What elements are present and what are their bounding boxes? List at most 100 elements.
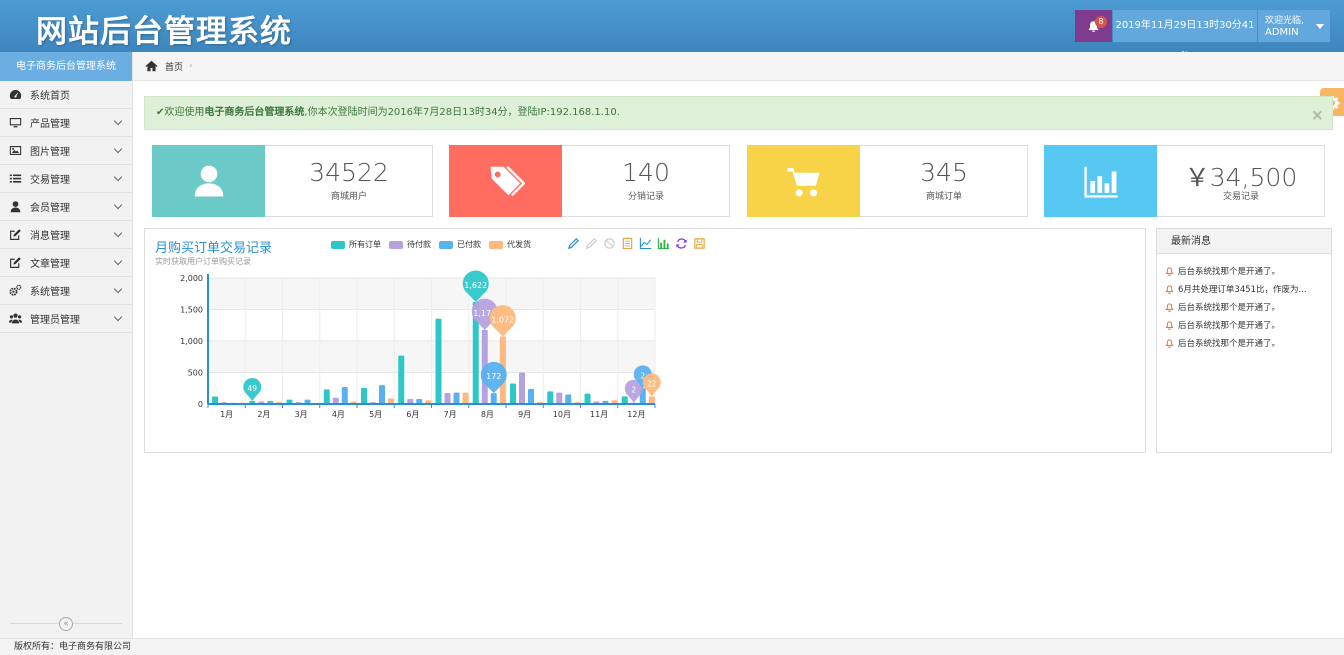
data-view-button[interactable] — [621, 237, 634, 250]
sidebar-item-2[interactable]: 图片管理 — [0, 137, 132, 165]
news-item[interactable]: 6月共处理订单3451比，作废为... — [1157, 280, 1331, 298]
latest-news-panel: 最新消息 后台系统找那个是开通了。 6月共处理订单3451比，作废为... 后台系统… — [1156, 228, 1332, 453]
sidebar-item-label: 会员管理 — [30, 203, 70, 214]
legend-item[interactable]: 代发货 — [489, 239, 531, 250]
news-item[interactable]: 后台系统找那个是开通了。 — [1157, 262, 1331, 280]
news-item-text: 后台系统找那个是开通了。 — [1178, 267, 1281, 277]
marker-label: 49 — [247, 384, 257, 393]
bell-outline-icon — [1165, 302, 1174, 312]
alert-close-button[interactable]: × — [1311, 99, 1324, 131]
home-icon — [145, 60, 158, 72]
sidebar-item-4[interactable]: 会员管理 — [0, 193, 132, 221]
stat-label: 交易记录 — [1222, 192, 1259, 202]
bar-0-3 — [323, 389, 330, 404]
save-image-button[interactable] — [693, 237, 706, 250]
x-tick-label: 10月 — [553, 410, 571, 419]
sidebar-title: 电子商务后台管理系统 — [0, 52, 132, 81]
bar-2-3 — [341, 386, 348, 404]
sidebar-item-1[interactable]: 产品管理 — [0, 109, 132, 137]
x-tick-label: 3月 — [295, 410, 308, 419]
news-list: 后台系统找那个是开通了。 6月共处理订单3451比，作废为... 后台系统找那个是开… — [1157, 254, 1331, 352]
bar-1-8 — [519, 372, 525, 404]
sidebar-item-8[interactable]: 管理员管理 — [0, 305, 132, 333]
marker-label: 22 — [647, 379, 657, 388]
alert-prefix: 欢迎使用 — [164, 107, 205, 118]
stat-value: 34522 — [309, 158, 389, 187]
marker-label: 172 — [486, 372, 501, 381]
line-chart-button[interactable] — [639, 237, 652, 250]
breadcrumb-separator: › — [189, 61, 193, 71]
mark-tool-button[interactable] — [567, 237, 580, 250]
clear-mark-button[interactable] — [603, 237, 616, 250]
legend-item[interactable]: 所有订单 — [331, 239, 381, 250]
document-icon — [622, 237, 633, 250]
sidebar-collapse-button[interactable]: « — [59, 617, 73, 631]
welcome-text: 欢迎光临, — [1265, 16, 1304, 26]
legend-label: 待付款 — [407, 240, 431, 249]
bar-2-6 — [453, 392, 460, 404]
welcome-alert: ✔欢迎使用电子商务后台管理系统,你本次登陆时间为2016年7月28日13时34分… — [144, 96, 1333, 130]
x-tick-label: 5月 — [369, 410, 382, 419]
legend-swatch — [489, 240, 503, 249]
bar-0-8 — [510, 383, 516, 404]
caret-down-icon — [1316, 24, 1324, 29]
sidebar-item-label: 管理员管理 — [30, 315, 80, 326]
undo-mark-button[interactable] — [585, 237, 598, 250]
sidebar-item-label: 系统首页 — [30, 91, 70, 102]
bar-0-10 — [584, 393, 591, 404]
refresh-icon — [676, 238, 687, 249]
legend-swatch — [331, 240, 345, 249]
sidebar-item-7[interactable]: 系统管理 — [0, 277, 132, 305]
stat-card-users[interactable]: 34522 商城用户 — [152, 145, 433, 217]
sidebar-item-0[interactable]: 系统首页 — [0, 81, 132, 109]
bar-2-9 — [565, 394, 572, 404]
marker-label: 2 — [631, 386, 636, 395]
sidebar-item-label: 消息管理 — [30, 231, 70, 242]
stat-card-orders[interactable]: 345 商城订单 — [747, 145, 1028, 217]
group-icon — [8, 312, 22, 326]
sidebar-item-3[interactable]: 交易管理 — [0, 165, 132, 193]
news-item[interactable]: 后台系统找那个是开通了。 — [1157, 316, 1331, 334]
footer: 版权所有：电子商务有限公司 — [0, 638, 1344, 655]
stat-label: 分销记录 — [627, 192, 664, 202]
order-chart-panel: 0 500 1,000 1,500 2,000 1月 2月 3月 4月 5月 6月 7月 8月 9月 10月… — [144, 228, 1146, 453]
bar-3-11 — [648, 396, 655, 404]
cart-icon — [786, 167, 819, 197]
stat-card-distribution[interactable]: 140 分销记录 — [449, 145, 730, 217]
news-item[interactable]: 后台系统找那个是开通了。 — [1157, 298, 1331, 316]
monitor-icon — [8, 116, 22, 130]
restore-button[interactable] — [675, 237, 688, 250]
x-tick-label: 4月 — [332, 410, 345, 419]
sidebar-item-6[interactable]: 文章管理 — [0, 249, 132, 277]
sidebar-item-5[interactable]: 消息管理 — [0, 221, 132, 249]
x-tick-label: 9月 — [518, 410, 531, 419]
news-item[interactable]: 后台系统找那个是开通了。 — [1157, 334, 1331, 352]
sidebar-item-label: 系统管理 — [30, 287, 70, 298]
breadcrumb-home-link[interactable]: 首页 — [165, 60, 183, 73]
current-datetime: 2019年11月29日13时30分41秒 — [1113, 10, 1257, 63]
tags-icon — [490, 165, 525, 197]
chevron-down-icon — [113, 256, 123, 266]
bar-chart-button[interactable] — [657, 237, 670, 250]
bar-2-8 — [528, 388, 534, 404]
sidebar: 电子商务后台管理系统 系统首页产品管理 图片管理 交易管理会员管理消息管理文章管理系… — [0, 52, 133, 638]
user-menu-button[interactable]: 欢迎光临, ADMIN — [1258, 10, 1330, 42]
list-icon — [8, 172, 22, 186]
chevron-down-icon — [113, 116, 123, 126]
eraser-pencil-icon — [585, 238, 597, 250]
stat-icon-box — [1044, 145, 1157, 217]
y-tick-label: 0 — [198, 400, 203, 409]
bar-1-6 — [444, 392, 451, 404]
legend-item[interactable]: 待付款 — [389, 239, 431, 250]
chart-title: 月购买订单交易记录 — [155, 241, 273, 256]
legend-label: 已付款 — [457, 240, 481, 249]
notification-button[interactable]: 8 — [1075, 10, 1112, 42]
chart-subtitle: 实时获取用户订单购买记录 — [155, 257, 251, 266]
sidebar-item-label: 文章管理 — [30, 259, 70, 270]
chevron-down-icon — [113, 312, 123, 322]
bar-2-7 — [490, 393, 497, 404]
order-bar-chart: 0 500 1,000 1,500 2,000 1月 2月 3月 4月 5月 6月 7月 8月 9月 10月… — [180, 270, 661, 419]
y-tick-label: 2,000 — [180, 274, 203, 283]
stat-card-transactions[interactable]: ￥34,500 交易记录 — [1044, 145, 1325, 217]
legend-item[interactable]: 已付款 — [439, 239, 481, 250]
